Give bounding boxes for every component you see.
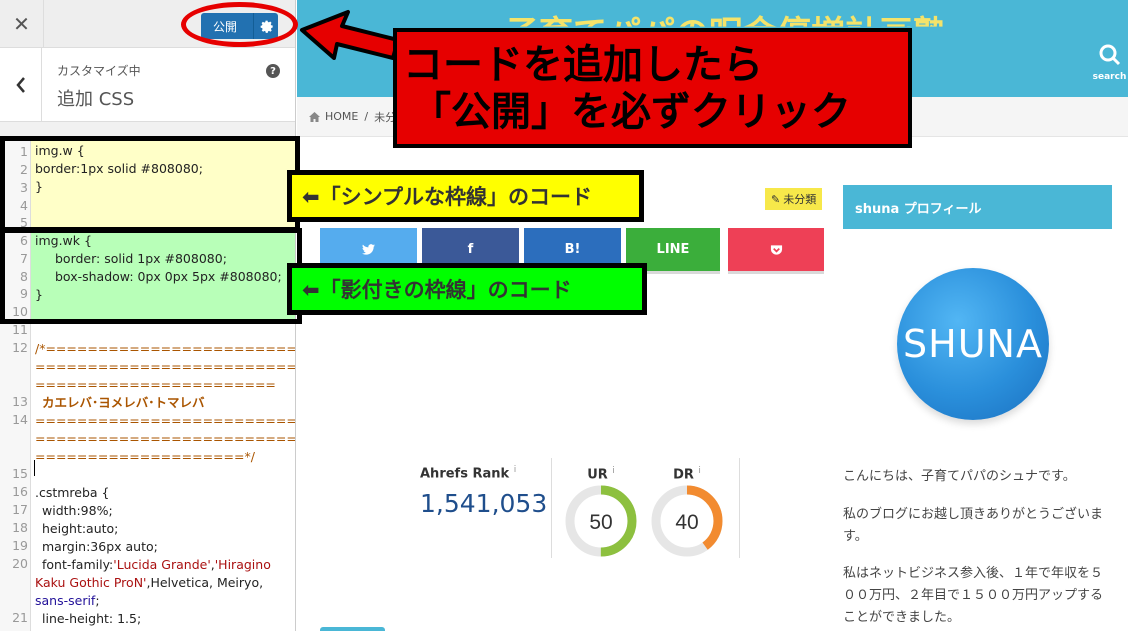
line-number: 15 [12, 466, 28, 481]
ur-label-text: UR [587, 467, 608, 483]
line-number: 18 [12, 520, 28, 535]
line-icon: LINE [656, 242, 690, 257]
line-number: 21 [12, 610, 28, 625]
code-line: .cstmreba { [35, 485, 110, 500]
section-title: 追加 CSS [57, 89, 135, 110]
line-number: 20 [12, 556, 28, 571]
ur-ring: 50 [565, 485, 637, 557]
dr-label: DR i [650, 466, 724, 482]
dr-gauge: DR i 40 [650, 466, 724, 558]
search-button[interactable]: search [1091, 44, 1128, 82]
code-token: 'Hiragino [214, 557, 271, 572]
dr-label-text: DR [673, 467, 694, 483]
pin-icon: ✎ [771, 192, 781, 206]
profile-text: 私のブログにお越し頂きありがとうございます。 [843, 507, 1104, 544]
ahrefs-rank: Ahrefs Rank i 1,541,053 [420, 465, 547, 518]
ahrefs-rank-value: 1,541,053 [420, 489, 548, 519]
chevron-left-icon [15, 77, 25, 93]
close-button[interactable]: ✕ [0, 0, 44, 48]
search-label: search [1092, 72, 1127, 82]
home-icon [309, 111, 320, 122]
code-line: margin:36px auto; [42, 539, 158, 554]
divider [551, 458, 552, 558]
publish-callout: コードを追加したら 「公開」を必ずクリック [393, 28, 912, 148]
ur-gauge: UR i 50 [564, 466, 638, 558]
code-token: font-family: [42, 557, 114, 572]
dr-ring: 40 [651, 485, 723, 557]
section-header: カスタマイズ中 追加 CSS ? [0, 48, 295, 122]
code-line: sans-serif; [35, 593, 100, 608]
code-line: =========================== [35, 359, 296, 374]
dr-value: 40 [675, 511, 698, 534]
code-line: width:98%; [42, 503, 113, 518]
category-label: 未分類 [783, 193, 817, 206]
line-number: 16 [12, 484, 28, 499]
line-number: 17 [12, 502, 28, 517]
hatena-icon: B! [564, 242, 581, 257]
publish-callout-line1: コードを追加したら [403, 42, 763, 88]
code-line: /*=========================== [35, 341, 296, 356]
pocket-icon [770, 244, 782, 255]
simple-border-note: ⬅「シンプルな枠線」のコード [287, 170, 644, 222]
back-button[interactable] [0, 48, 42, 122]
code-token: ,Helvetica, Meiryo, [146, 575, 264, 590]
code-token: 'Lucida Grande' [113, 557, 211, 572]
code-line: ======================= [35, 377, 276, 392]
avatar[interactable]: SHUNA [897, 268, 1049, 420]
code-line: height:auto; [42, 521, 119, 536]
publish-callout-line2: 「公開」を必ずクリック [411, 89, 851, 135]
breadcrumb-home[interactable]: HOME [325, 110, 358, 123]
profile-text: 私はネットビジネス参入後、１年で年収を５００万円、２年目で１５００万円アップする… [843, 566, 1104, 625]
line-number: 11 [12, 322, 28, 337]
simple-border-frame [0, 136, 300, 232]
section-subtitle: カスタマイズ中 [57, 64, 141, 78]
category-badge[interactable]: ✎ 未分類 [765, 188, 823, 210]
ur-value: 50 [589, 511, 612, 534]
search-icon [1099, 44, 1120, 66]
line-number: 14 [12, 412, 28, 427]
info-icon[interactable]: i [698, 466, 701, 476]
code-line: =========================== [35, 431, 296, 446]
line-number: 13 [12, 394, 28, 409]
line-number: 19 [12, 538, 28, 553]
facebook-icon: f [467, 242, 474, 257]
shadow-border-note: ⬅「影付きの枠線」のコード [287, 263, 647, 315]
ahrefs-rank-label: Ahrefs Rank i [420, 465, 547, 481]
publish-highlight-ring [181, 2, 298, 47]
code-line: font-family:'Lucida Grande','Hiragino [42, 557, 271, 572]
ahrefs-label-text: Ahrefs Rank [420, 466, 510, 482]
info-icon[interactable]: i [612, 466, 615, 476]
bottom-tab[interactable] [320, 627, 385, 631]
share-pocket-button[interactable] [728, 228, 824, 271]
code-token: Kaku Gothic ProN' [35, 575, 147, 590]
close-icon: ✕ [13, 12, 30, 36]
code-line: Kaku Gothic ProN',Helvetica, Meiryo, [35, 574, 263, 592]
code-line: カエレバ･ヨメレバ･トマレバ [42, 395, 205, 410]
line-number: 12 [12, 340, 28, 355]
code-line: line-height: 1.5; [42, 611, 142, 626]
code-line: =========================== [35, 413, 296, 428]
question-icon[interactable]: ? [266, 64, 280, 78]
code-token: sans-serif [35, 593, 96, 608]
profile-text: こんにちは、子育てパパのシュナです。 [843, 469, 1076, 484]
ur-label: UR i [564, 466, 638, 482]
divider [739, 458, 740, 558]
info-icon[interactable]: i [514, 465, 517, 475]
shadow-border-frame [0, 228, 302, 324]
profile-header: shuna プロフィール [843, 185, 1112, 229]
twitter-icon [362, 244, 375, 255]
code-line: ====================*/ [35, 449, 255, 464]
breadcrumb-separator: / [364, 110, 369, 123]
